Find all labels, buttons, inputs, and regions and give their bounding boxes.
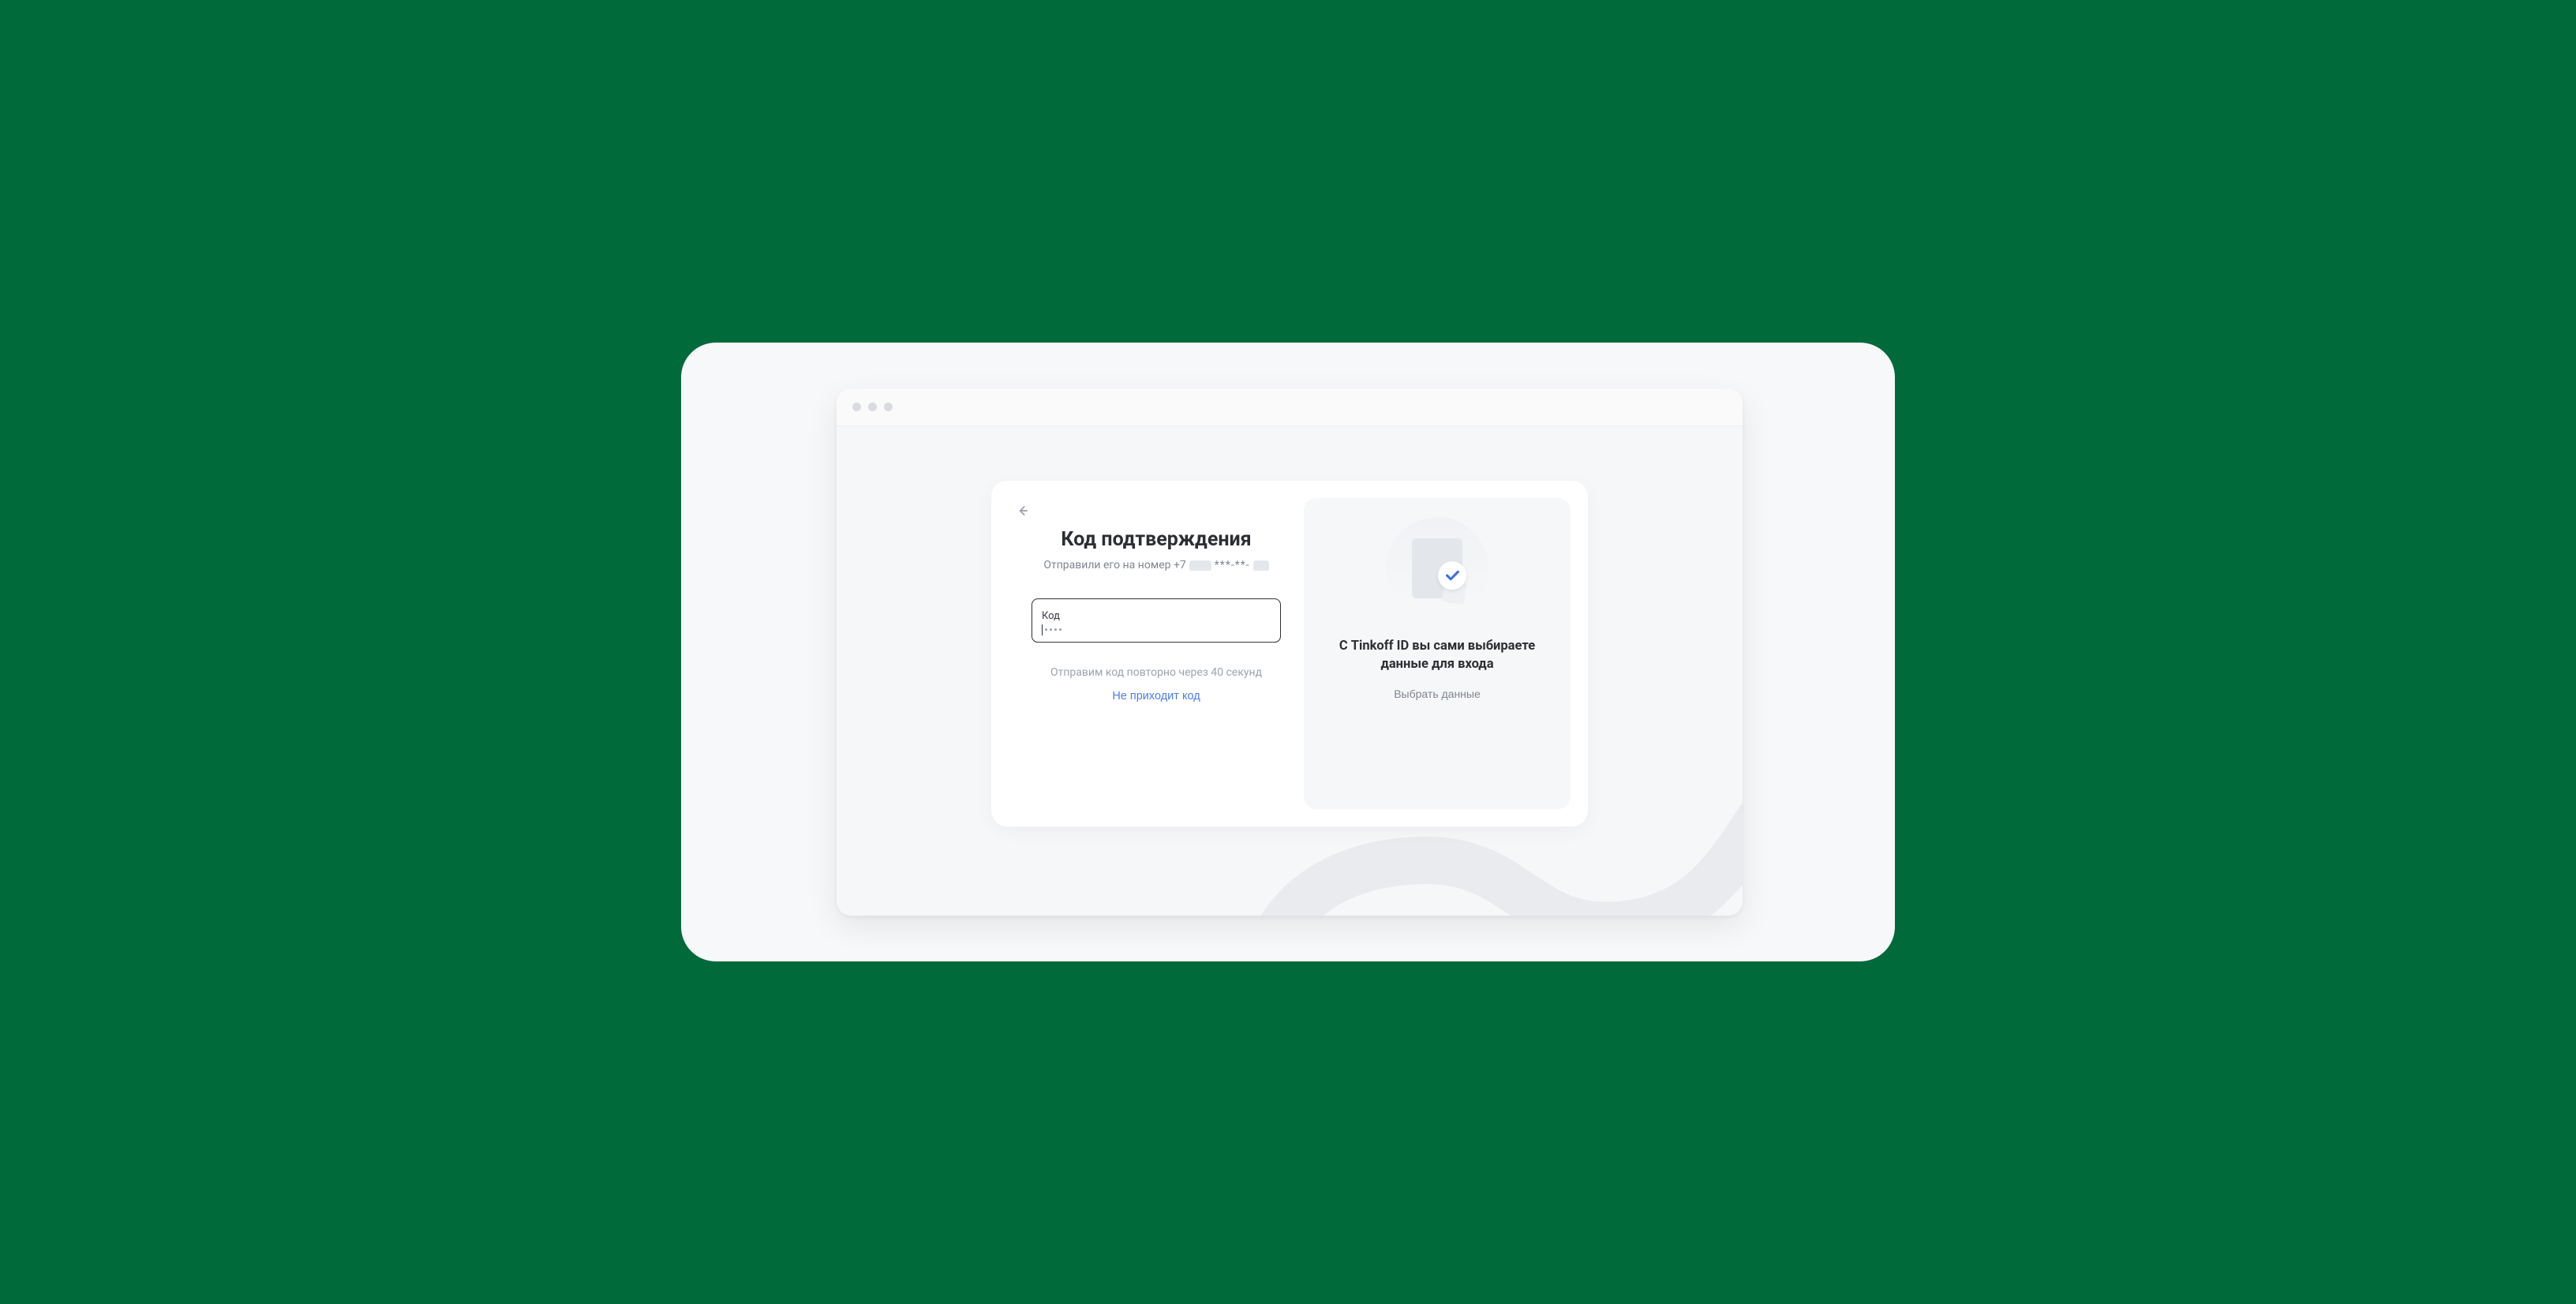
auth-card: Код подтверждения Отправили его на номер… [991,481,1588,826]
code-input-label: Код [1042,611,1271,621]
phone-mask-block [1189,560,1211,571]
resend-countdown: Отправим код повторно через 40 секунд [1050,666,1262,679]
arrow-left-icon [1015,503,1031,519]
code-entry-pane: Код подтверждения Отправили его на номер… [1009,498,1304,809]
traffic-light-minimize[interactable] [868,403,877,411]
checkmark-badge [1438,561,1466,590]
checkmark-icon [1443,567,1461,584]
browser-window: Код подтверждения Отправили его на номер… [837,388,1743,916]
page-canvas: Код подтверждения Отправили его на номер… [681,343,1895,961]
promo-pane: С Tinkoff ID вы сами выбираете данные дл… [1304,498,1571,809]
no-code-link[interactable]: Не приходит код [1112,690,1200,703]
phone-mask-stars: ***-**- [1215,559,1250,571]
page-title: Код подтверждения [1061,528,1251,551]
code-input-value [1042,624,1271,635]
promo-illustration [1386,517,1488,620]
browser-title-bar [837,388,1743,426]
browser-viewport: Код подтверждения Отправили его на номер… [837,426,1743,916]
promo-title: С Tinkoff ID вы сами выбираете данные дл… [1321,637,1553,673]
text-caret [1042,624,1043,635]
back-button[interactable] [1012,500,1034,522]
traffic-light-maximize[interactable] [884,403,893,411]
subtitle-prefix: Отправили его на номер +7 [1043,559,1185,571]
code-input[interactable]: Код [1032,598,1281,643]
traffic-light-close[interactable] [852,403,861,411]
choose-data-button[interactable]: Выбрать данные [1394,688,1481,700]
phone-mask-block [1253,560,1269,571]
phone-subtitle: Отправили его на номер +7 ***-**- [1043,559,1268,571]
